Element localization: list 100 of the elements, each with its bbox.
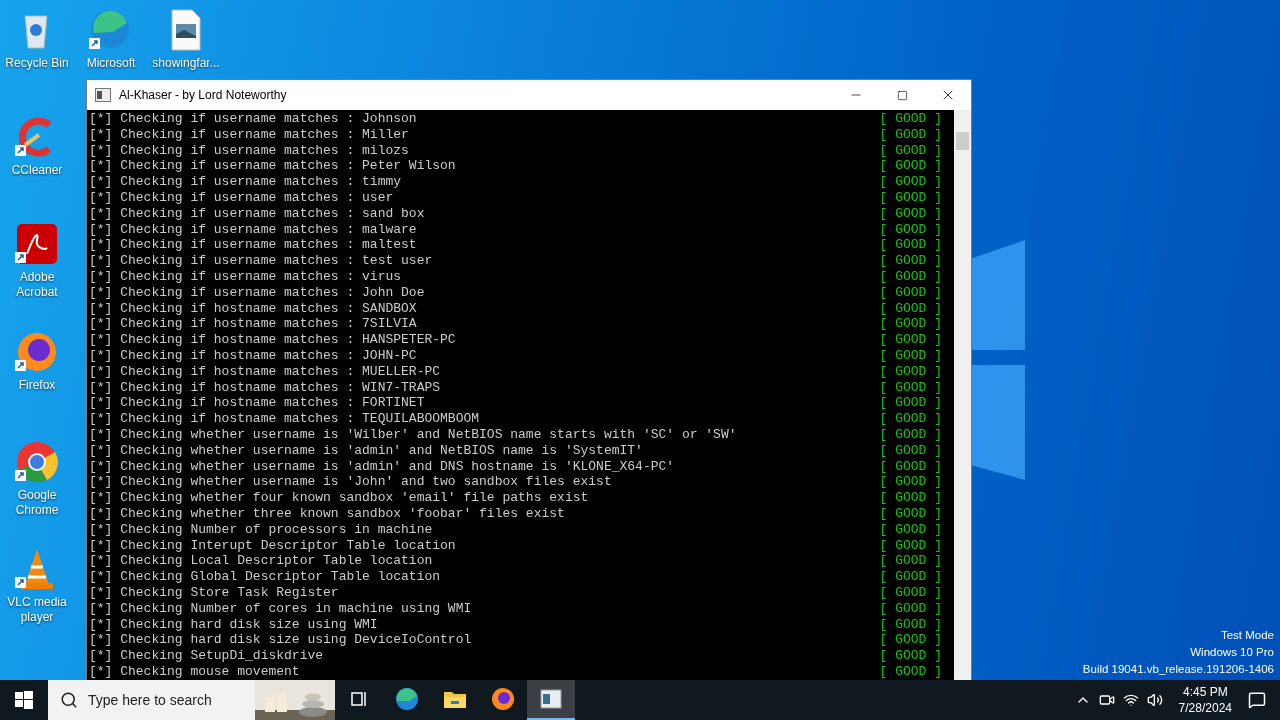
console-line: [*] Checking if username matches : maltest — [89, 237, 417, 254]
console-line: [*] Checking Global Descriptor Table location — [89, 569, 441, 585]
check-result: [ GOOD ] — [879, 411, 942, 427]
clock-time: 4:45 PM — [1182, 684, 1228, 700]
console-line: [*] Checking whether four known sandbox 'email' file paths exist — [89, 490, 589, 506]
console-line: [*] Checking if username matches : Peter Wilson — [89, 158, 456, 175]
console-line: [*] Checking if username matches : malware — [89, 221, 417, 238]
console-line: [*] Checking if hostname matches : HANSPETER-PC — [89, 332, 456, 348]
check-result: [ GOOD ] — [879, 347, 942, 364]
search-box[interactable]: Type here to search — [48, 680, 335, 720]
taskbar-app-button[interactable] — [527, 680, 575, 720]
check-result: [ GOOD ] — [879, 379, 942, 396]
check-result: [ GOOD ] — [879, 190, 942, 206]
console-line: [*] Checking if username matches : test user — [89, 253, 433, 269]
console-line: [*] Checking if username matches : timmy — [89, 174, 402, 190]
check-result: [ GOOD ] — [879, 505, 942, 522]
check-result: [ GOOD ] — [879, 126, 942, 143]
desktop-icon-label[interactable]: Recycle Bin — [5, 56, 69, 71]
clock[interactable]: 4:45 PM 7/28/2024 — [1178, 684, 1232, 716]
check-result: [ GOOD ] — [879, 237, 942, 254]
check-result: [ GOOD ] — [879, 174, 942, 190]
check-result: [ GOOD ] — [879, 268, 942, 285]
console-line: [*] Checking if username matches : John Doe — [89, 284, 425, 301]
check-result: [ GOOD ] — [879, 142, 942, 159]
check-result: [ GOOD ] — [879, 284, 942, 301]
console-line: [*] Checking if hostname matches : TEQUILABOOMBOOM — [89, 411, 480, 427]
check-result: [ GOOD ] — [879, 332, 942, 348]
camera-icon[interactable] — [1098, 692, 1115, 708]
check-result: [ GOOD ] — [879, 474, 942, 491]
console-line: [*] Checking if username matches : Miller — [89, 126, 409, 143]
console-line: [*] Checking whether username is 'John' and two sandbox files exist — [89, 474, 612, 491]
check-result: [ GOOD ] — [879, 253, 942, 269]
check-result: [ GOOD ] — [879, 663, 942, 680]
console-line: [*] Checking Local Descriptor Table location — [89, 553, 433, 570]
scrollbar[interactable] — [954, 110, 971, 680]
check-result: [ GOOD ] — [879, 111, 942, 127]
network-icon[interactable] — [1122, 692, 1139, 708]
console-line: [*] Checking mouse movement — [89, 663, 300, 680]
maximize-icon — [896, 89, 908, 101]
console-line: [*] Checking if username matches : sand box — [89, 205, 425, 222]
desktop-icon-label[interactable]: Microsoft — [86, 56, 136, 71]
console-line: [*] Checking if hostname matches : 7SILVIA — [89, 316, 417, 333]
check-result: [ GOOD ] — [879, 553, 942, 570]
check-result: [ GOOD ] — [879, 442, 942, 459]
console-line: [*] Checking Number of processors in machine — [89, 521, 433, 538]
desktop-icon-label[interactable]: VLC media player — [0, 595, 74, 625]
console-line: [*] Checking hard disk size using WMI — [89, 616, 378, 633]
system-info-text: Build 19041.vb_release.191206-1406 — [1082, 662, 1274, 677]
console-line: [*] Checking hard disk size using DeviceIoControl — [89, 632, 472, 649]
console-line: [*] Checking if username matches : virus — [89, 268, 402, 285]
console-line: [*] Checking if username matches : Johnson — [89, 111, 417, 127]
check-result: [ GOOD ] — [879, 316, 942, 333]
console-line: [*] Checking if username matches : milozs — [89, 142, 409, 159]
check-result: [ GOOD ] — [879, 569, 942, 585]
firefox-icon — [491, 687, 515, 711]
check-result: [ GOOD ] — [879, 458, 942, 475]
check-result: [ GOOD ] — [879, 632, 942, 649]
desktop-icon-label[interactable]: CCleaner — [11, 163, 63, 178]
search-icon — [60, 691, 78, 709]
console-line: [*] Checking whether three known sandbox 'foobar' files exist — [89, 505, 565, 522]
check-result: [ GOOD ] — [879, 158, 942, 175]
volume-icon[interactable] — [1146, 692, 1163, 708]
system-info-text: Test Mode — [1220, 628, 1274, 643]
console-line: [*] Checking Number of cores in machine using WMI — [89, 600, 472, 617]
desktop-icon-label[interactable]: Google Chrome — [0, 488, 74, 518]
check-result: [ GOOD ] — [879, 395, 942, 412]
desktop-icon-label[interactable]: showingfar... — [152, 56, 220, 71]
check-result: [ GOOD ] — [879, 600, 942, 617]
desktop-icon-label[interactable]: Firefox — [18, 378, 56, 393]
check-result: [ GOOD ] — [879, 426, 942, 443]
console-window-icon — [95, 88, 111, 102]
check-result: [ GOOD ] — [879, 490, 942, 506]
window-title: Al-Khaser - by Lord Noteworthy — [119, 88, 288, 102]
desktop-icon-label[interactable]: Adobe Acrobat — [0, 270, 74, 300]
check-result: [ GOOD ] — [879, 616, 942, 633]
search-field[interactable]: Type here to search — [88, 692, 238, 708]
console-line: [*] Checking if hostname matches : FORTINET — [89, 395, 425, 412]
console-line: [*] Checking if username matches : user — [89, 190, 394, 206]
system-info-text: Windows 10 Pro — [1190, 645, 1274, 660]
check-result: [ GOOD ] — [879, 537, 942, 554]
console-line: [*] Checking if hostname matches : MUELLER-PC — [89, 363, 441, 380]
console-window-icon — [539, 687, 563, 711]
check-result: [ GOOD ] — [879, 205, 942, 222]
task-view-icon — [349, 689, 369, 709]
console-line: [*] Checking whether username is 'Wilber' and NetBIOS name starts with 'SC' or 'SW' — [89, 426, 737, 443]
check-result: [ GOOD ] — [879, 521, 942, 538]
console-line: [*] Checking if hostname matches : JOHN-PC — [89, 347, 417, 364]
notification-icon[interactable] — [1248, 691, 1266, 709]
console-line: [*] Checking whether username is 'admin' and NetBIOS name is 'SystemIT' — [89, 442, 643, 459]
windows-icon — [15, 691, 33, 709]
console-line: [*] Checking whether username is 'admin' and DNS hostname is 'KLONE_X64-PC' — [89, 458, 675, 475]
check-result: [ GOOD ] — [879, 221, 942, 238]
check-result: [ GOOD ] — [879, 584, 942, 601]
console-line: [*] Checking SetupDi_diskdrive — [89, 648, 324, 664]
console-line: [*] Checking if hostname matches : SANDBOX — [89, 300, 417, 317]
edge-icon — [395, 687, 419, 711]
console-line: [*] Checking Interupt Descriptor Table location — [89, 537, 456, 554]
console-line: [*] Checking Store Task Register — [89, 584, 339, 601]
clock-date: 7/28/2024 — [1178, 700, 1232, 716]
check-result: [ GOOD ] — [879, 648, 942, 664]
